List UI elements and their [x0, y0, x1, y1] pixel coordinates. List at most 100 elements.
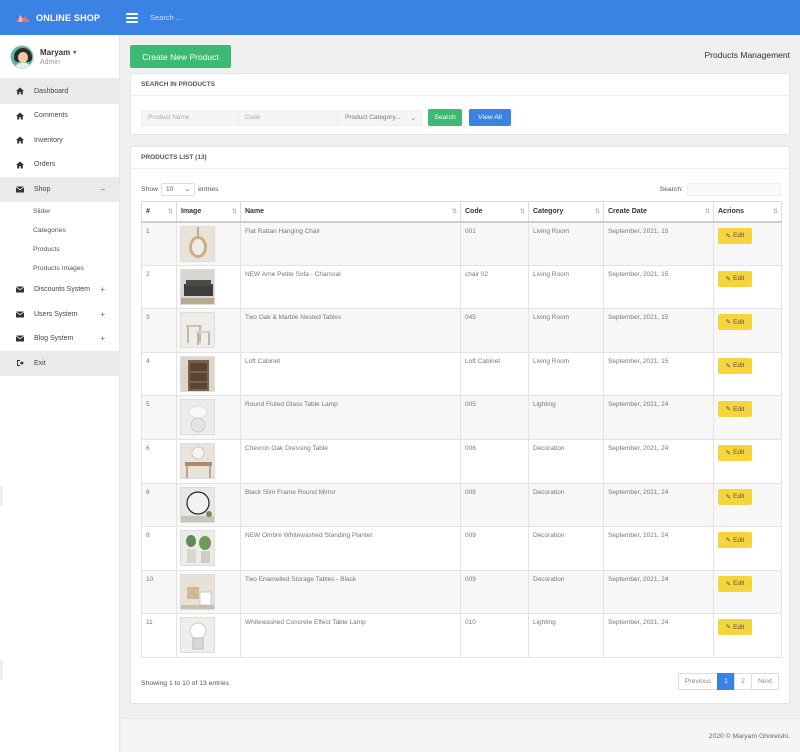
cell-actions: ✎ Edit [713, 221, 782, 266]
product-name-input[interactable] [141, 109, 238, 126]
cell-category: Living Room [528, 264, 604, 310]
cell-create-date: September, 2021, 15 [603, 351, 714, 397]
sidebar-item-label: Inventory [34, 136, 63, 144]
view-all-button[interactable]: View All [469, 109, 511, 126]
edit-icon: ✎ [725, 362, 732, 370]
pagination-next[interactable]: Next [751, 673, 779, 690]
sidebar-item-comments[interactable]: Comments [0, 104, 119, 129]
cell-image [176, 395, 241, 440]
pagination-previous[interactable]: Previous [678, 673, 718, 690]
cell-create-date: September, 2021, 24 [603, 482, 714, 528]
entries-select[interactable]: 10 ⌄ [161, 182, 196, 196]
column-header-number[interactable]: # ⇅ [141, 201, 177, 223]
column-header-category[interactable]: Category ⇅ [528, 201, 604, 223]
product-thumbnail[interactable] [180, 225, 215, 262]
cell-code: 045 [460, 308, 529, 353]
column-header-actions[interactable]: Acrions ⇅ [713, 201, 782, 223]
product-thumbnail[interactable] [180, 312, 215, 349]
edit-label: Edit [733, 449, 745, 457]
sidebar-item-label: Exit [34, 359, 46, 367]
brand[interactable]: ONLINE SHOP [0, 13, 120, 23]
pagination-page-2[interactable]: 2 [734, 673, 752, 690]
collapse-icon[interactable]: − [100, 185, 105, 194]
edit-button[interactable]: ✎ Edit [718, 227, 752, 244]
product-thumbnail[interactable] [180, 355, 215, 392]
column-header-image[interactable]: Image ⇅ [176, 201, 241, 223]
cell-category: Decoration [528, 482, 604, 528]
sidebar-subitem-products[interactable]: Products [0, 240, 119, 259]
cell-code: 010 [460, 613, 529, 658]
cell-number: 10 [141, 569, 177, 615]
edit-label: Edit [733, 232, 745, 239]
top-search-input[interactable] [150, 13, 350, 22]
product-thumbnail[interactable] [180, 530, 215, 567]
edit-button[interactable]: ✎ Edit [718, 401, 752, 418]
product-thumbnail[interactable] [180, 486, 215, 523]
product-category-select[interactable]: Product Category... ⌄ [338, 109, 422, 126]
edit-button[interactable]: ✎ Edit [718, 357, 752, 374]
edit-button[interactable]: ✎ Edit [718, 444, 752, 461]
sidebar-subitem-slider[interactable]: Slider [0, 202, 119, 221]
entries-label: entries [198, 185, 219, 193]
page-title: Products Management [704, 50, 790, 60]
edit-icon: ✎ [725, 580, 732, 588]
cell-code: 005 [460, 395, 529, 440]
table-search-input[interactable] [687, 182, 781, 196]
cell-image [176, 613, 241, 658]
sidebar-item-exit[interactable]: Exit [0, 351, 119, 376]
edit-label: Edit [733, 536, 745, 544]
sidebar-item-shop[interactable]: Shop − [0, 177, 119, 202]
table-row: 11 Whitewashed Concrete Effect Table Lamp… [141, 613, 782, 658]
table-row: 2 NEW Arne Petite Sofa - Charcoal chair 02… [141, 264, 782, 310]
products-list-title: PRODUCTS LIST (13) [131, 147, 789, 169]
sidebar-item-orders[interactable]: Orders [0, 153, 119, 178]
product-thumbnail[interactable] [180, 268, 215, 305]
product-thumbnail[interactable] [180, 617, 215, 654]
sidebar-item-discounts-system[interactable]: Discounts System + [0, 278, 119, 303]
sidebar-item-label: Blog System [34, 335, 74, 343]
create-new-product-button[interactable]: Create New Product [130, 45, 231, 68]
cell-actions: ✎ Edit [713, 395, 782, 440]
table-row: 6 Chevron Oak Dressing Table 006 Decoration… [141, 438, 782, 484]
column-header-name[interactable]: Name ⇅ [240, 201, 461, 223]
cell-number: 4 [141, 351, 177, 397]
code-input[interactable] [238, 109, 338, 126]
hamburger-menu-icon[interactable] [126, 12, 138, 23]
sidebar-item-inventory[interactable]: Inventory [0, 128, 119, 153]
search-button[interactable]: Search [428, 109, 462, 126]
edit-button[interactable]: ✎ Edit [718, 619, 752, 636]
edit-icon: ✎ [725, 493, 732, 501]
table-row: 5 Round Fluted Glass Table Lamp 005 Lightin… [141, 395, 782, 440]
sidebar-item-blog-system[interactable]: Blog System + [0, 327, 119, 352]
cell-code: chair 02 [460, 264, 529, 310]
product-thumbnail[interactable] [180, 399, 215, 436]
sidebar-subitem-products-images[interactable]: Products Images [0, 259, 119, 278]
column-header-code[interactable]: Code ⇅ [460, 201, 529, 223]
table-search-label: Search: [659, 185, 683, 193]
cell-category: Lighting [528, 395, 604, 440]
expand-icon[interactable]: + [100, 334, 105, 343]
column-header-create-date[interactable]: Create Date ⇅ [603, 201, 714, 223]
cell-number: 11 [141, 613, 177, 658]
edit-button[interactable]: ✎ Edit [718, 532, 752, 549]
product-thumbnail[interactable] [180, 573, 215, 610]
product-thumbnail[interactable] [180, 442, 215, 479]
search-panel-title: SEARCH IN PRODUCTS [131, 74, 789, 96]
cell-create-date: September, 2021, 24 [603, 613, 714, 658]
brand-name: ONLINE SHOP [36, 12, 101, 23]
cell-name: Round Fluted Glass Table Lamp [240, 395, 461, 440]
expand-icon[interactable]: + [100, 310, 105, 319]
edit-button[interactable]: ✎ Edit [718, 575, 752, 592]
expand-icon[interactable]: + [100, 285, 105, 294]
pagination-page-1[interactable]: 1 [717, 673, 735, 690]
sidebar-item-dashboard[interactable]: Dashboard [0, 79, 119, 104]
logo-icon [16, 15, 30, 22]
edit-button[interactable]: ✎ Edit [718, 270, 752, 287]
table-row: 8 Black Slim Frame Round Mirror 008 Decorat… [141, 482, 782, 528]
user-menu-toggle[interactable]: Maryam ▾ [40, 48, 76, 57]
edge-marker [0, 660, 3, 680]
sidebar-subitem-categories[interactable]: Categories [0, 221, 119, 240]
edit-button[interactable]: ✎ Edit [718, 314, 752, 331]
sidebar-item-users-system[interactable]: Users System + [0, 302, 119, 327]
edit-button[interactable]: ✎ Edit [718, 488, 752, 505]
